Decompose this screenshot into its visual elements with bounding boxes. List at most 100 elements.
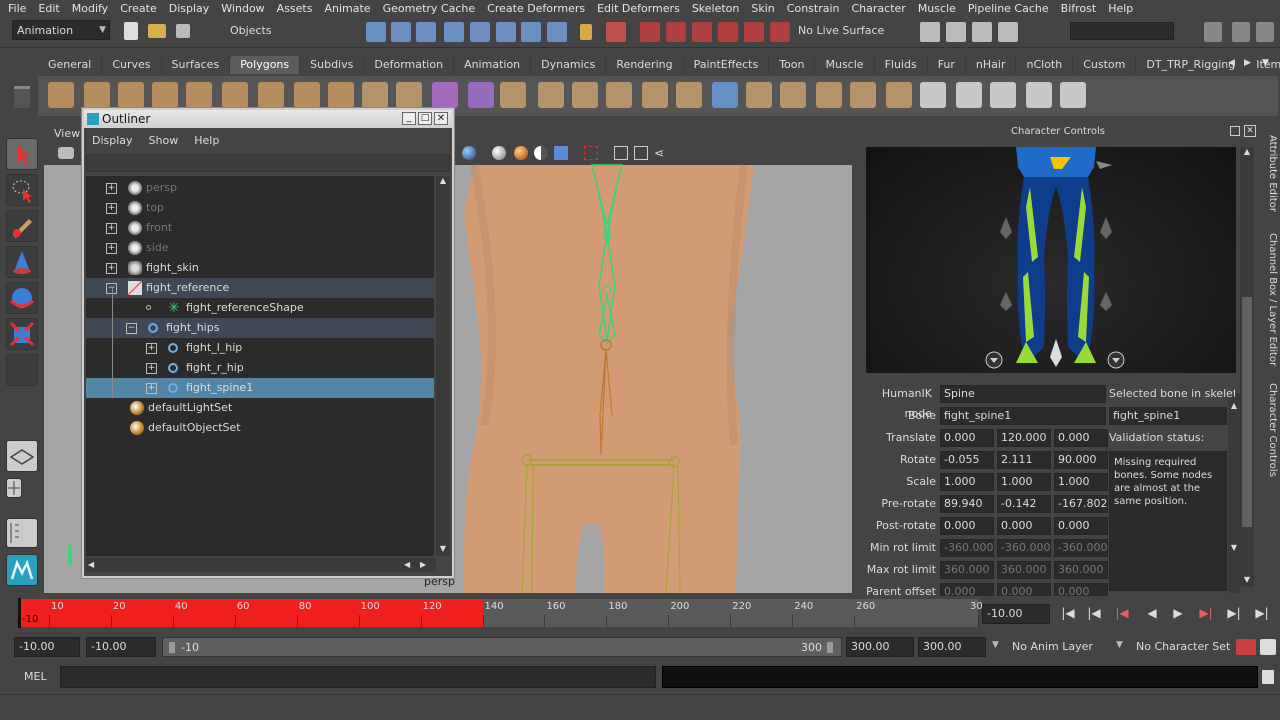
- outliner-row-side[interactable]: + side: [86, 238, 434, 258]
- command-input[interactable]: [60, 666, 656, 688]
- attr-field-y[interactable]: 2.111: [997, 451, 1051, 469]
- snap-curve-icon[interactable]: [666, 22, 686, 42]
- menu-edit[interactable]: Edit: [34, 2, 67, 15]
- expand-icon[interactable]: +: [106, 243, 117, 254]
- expand-icon[interactable]: +: [146, 343, 157, 354]
- anim-prefs-icon[interactable]: [1260, 639, 1276, 655]
- menu-constrain[interactable]: Constrain: [783, 2, 848, 15]
- surface-mask-icon[interactable]: [521, 22, 541, 42]
- shelf-tab-toon[interactable]: Toon: [769, 56, 816, 74]
- four-view-layout[interactable]: [6, 478, 22, 498]
- outliner-row-fight-skin[interactable]: + fight_skin: [86, 258, 434, 278]
- command-language-label[interactable]: MEL: [24, 670, 47, 683]
- auto-map-icon[interactable]: [1026, 82, 1052, 108]
- insert-loop-icon[interactable]: [746, 82, 772, 108]
- shelf-tab-rendering[interactable]: Rendering: [606, 56, 684, 74]
- range-handle-end[interactable]: [827, 642, 833, 653]
- expand-icon[interactable]: +: [106, 263, 117, 274]
- expand-icon[interactable]: +: [106, 203, 117, 214]
- highlight-selection-icon[interactable]: [606, 22, 626, 42]
- bone-field[interactable]: fight_spine1: [940, 407, 1106, 425]
- range-handle-start[interactable]: [169, 642, 175, 653]
- shelf-tab-curves[interactable]: Curves: [102, 56, 162, 74]
- side-tab-channel-box-layer-editor[interactable]: Channel Box / Layer Editor: [1262, 233, 1278, 366]
- shelf-menu-icon[interactable]: ▼: [1262, 58, 1274, 72]
- expand-icon[interactable]: +: [146, 363, 157, 374]
- outliner-row-fight-hips[interactable]: − fight_hips: [86, 318, 434, 338]
- outliner-menu-show[interactable]: Show: [141, 130, 187, 152]
- side-tab-attribute-editor[interactable]: Attribute Editor: [1262, 135, 1278, 212]
- menu-modify[interactable]: Modify: [68, 2, 116, 15]
- attr-field-z[interactable]: 0.000: [1054, 429, 1108, 447]
- spherical-map-icon[interactable]: [990, 82, 1016, 108]
- selected-bone-field[interactable]: fight_spine1: [1109, 407, 1227, 425]
- close-panel-icon[interactable]: ✕: [1244, 125, 1256, 137]
- shelf-tab-ncloth[interactable]: nCloth: [1016, 56, 1074, 74]
- collapse-icon[interactable]: −: [126, 323, 137, 334]
- magnet-icon[interactable]: [770, 22, 790, 42]
- outliner-row-defaultobjectset[interactable]: defaultObjectSet: [86, 418, 434, 438]
- separate-icon[interactable]: [396, 82, 422, 108]
- attr-field-y[interactable]: 0.000: [997, 517, 1051, 535]
- ipr-render-icon[interactable]: [972, 22, 992, 42]
- poly-cylinder-icon[interactable]: [118, 82, 144, 108]
- step-back-key-icon[interactable]: |◀: [1112, 606, 1132, 622]
- outliner-menu-help[interactable]: Help: [186, 130, 227, 152]
- scroll-down-icon[interactable]: ▼: [1240, 575, 1254, 587]
- time-slider-bar[interactable]: 10 20 40 60 80 100 120 140 160 180 200 220 240 260 30 -…: [18, 599, 983, 627]
- range-bar[interactable]: -10 300: [162, 637, 842, 657]
- last-tool[interactable]: [6, 354, 38, 386]
- collapse-icon[interactable]: [886, 82, 912, 108]
- outliner-filter-field[interactable]: [86, 154, 450, 172]
- scroll-down-icon[interactable]: ▼: [1228, 543, 1240, 555]
- smooth-icon[interactable]: [468, 82, 494, 108]
- menu-animate[interactable]: Animate: [320, 2, 378, 15]
- snap-surface-icon[interactable]: [744, 22, 764, 42]
- select-hierarchy-icon[interactable]: [366, 22, 386, 42]
- humanik-node-field[interactable]: Spine: [940, 385, 1106, 403]
- select-component-icon[interactable]: [416, 22, 436, 42]
- attr-field-z[interactable]: 0.000: [1054, 517, 1108, 535]
- handle-mask-icon[interactable]: [444, 22, 464, 42]
- poly-cube-icon[interactable]: [84, 82, 110, 108]
- combine-icon[interactable]: [362, 82, 388, 108]
- expand-icon[interactable]: +: [106, 223, 117, 234]
- select-tool[interactable]: [6, 138, 38, 170]
- selection-mode-dropdown[interactable]: Objects: [226, 21, 326, 41]
- offset-loop-icon[interactable]: [780, 82, 806, 108]
- side-tab-character-controls[interactable]: Character Controls: [1262, 383, 1278, 477]
- menu-bifrost[interactable]: Bifrost: [1057, 2, 1105, 15]
- outliner-menu-display[interactable]: Display: [84, 130, 141, 152]
- fill-hole-icon[interactable]: [676, 82, 702, 108]
- outliner-vertical-scrollbar[interactable]: ▲ ▼: [436, 176, 450, 556]
- snap-grid-icon[interactable]: [640, 22, 660, 42]
- menu-assets[interactable]: Assets: [273, 2, 321, 15]
- curve-mask-icon[interactable]: [496, 22, 516, 42]
- menu-character[interactable]: Character: [848, 2, 914, 15]
- outliner-title-bar[interactable]: Outliner _ □ ✕: [84, 110, 452, 128]
- scroll-up-icon[interactable]: ▲: [1240, 147, 1254, 159]
- current-time-field[interactable]: -10.00: [982, 604, 1050, 624]
- scale-tool[interactable]: [6, 318, 38, 350]
- live-surface-field[interactable]: No Live Surface: [794, 21, 894, 41]
- shelf-tab-deformation[interactable]: Deformation: [364, 56, 455, 74]
- expand-icon[interactable]: +: [146, 383, 157, 394]
- float-panel-icon[interactable]: [1230, 126, 1240, 136]
- select-object-icon[interactable]: [391, 22, 411, 42]
- shelf-tab-custom[interactable]: Custom: [1073, 56, 1137, 74]
- shelf-tab-animation[interactable]: Animation: [454, 56, 532, 74]
- append-icon[interactable]: [642, 82, 668, 108]
- outliner-row-fight-spine1[interactable]: + fight_spine1: [86, 378, 434, 398]
- planar-map-icon[interactable]: [920, 82, 946, 108]
- attr-field-y[interactable]: 120.000: [997, 429, 1051, 447]
- shelf-scroll-right-icon[interactable]: ▶: [1244, 58, 1256, 72]
- outliner-window[interactable]: Outliner _ □ ✕ Display Show Help + persp + to…: [82, 108, 454, 578]
- save-scene-icon[interactable]: [176, 24, 190, 38]
- maximize-icon[interactable]: □: [418, 112, 432, 125]
- quick-select-field[interactable]: [1070, 22, 1174, 40]
- snap-point-icon[interactable]: [692, 22, 712, 42]
- shelf-tab-dynamics[interactable]: Dynamics: [531, 56, 607, 74]
- menu-file[interactable]: File: [4, 2, 34, 15]
- menu-skin[interactable]: Skin: [747, 2, 782, 15]
- shelf-scroll-left-icon[interactable]: ◀: [1228, 58, 1240, 72]
